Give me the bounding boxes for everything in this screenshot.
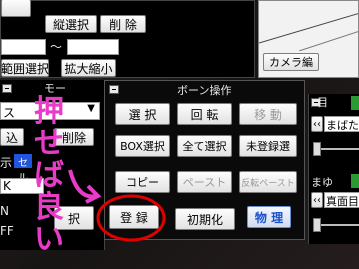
annotation-arrow-and-circle bbox=[68, 169, 166, 242]
